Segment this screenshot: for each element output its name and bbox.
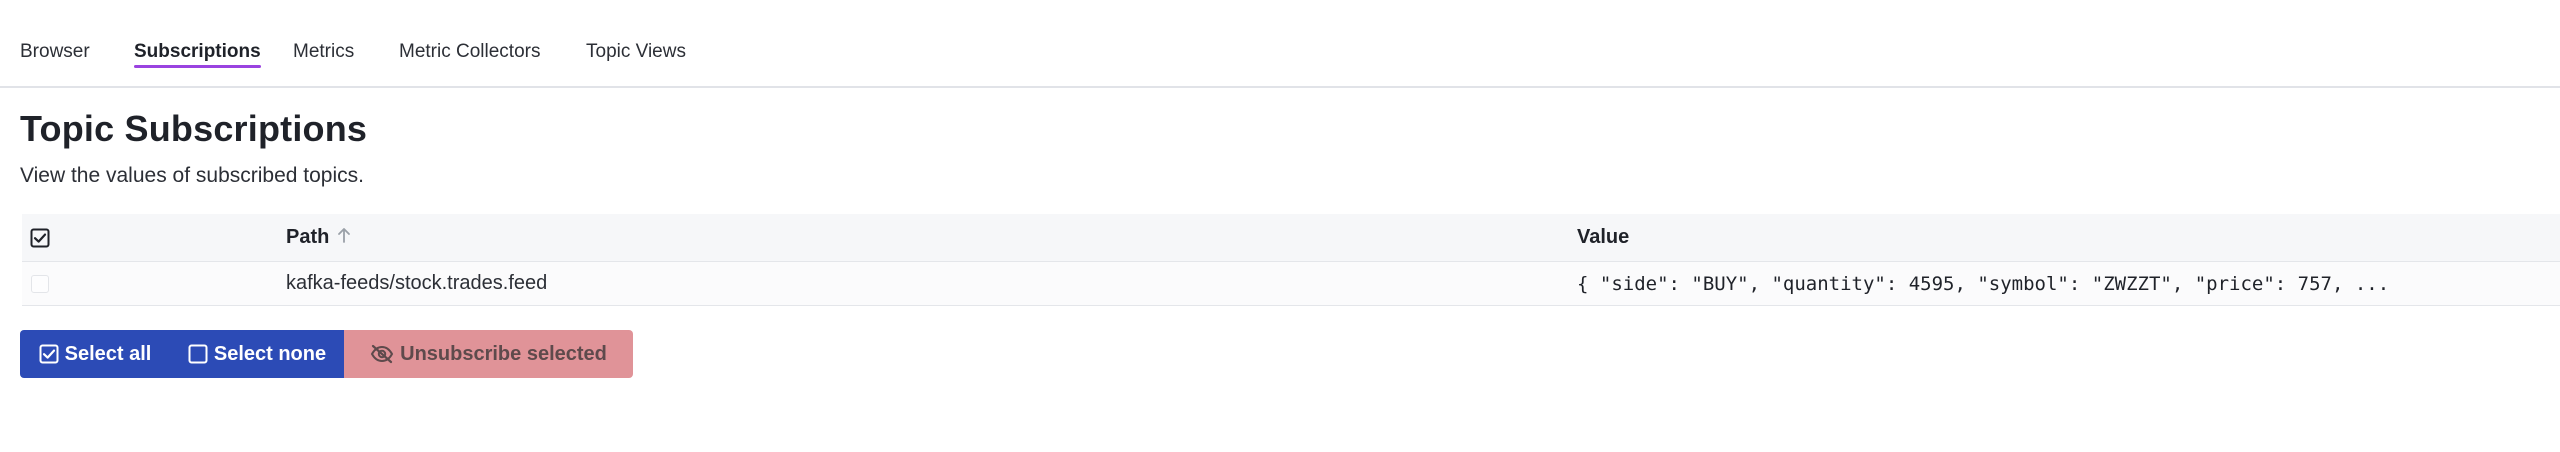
empty-square-icon [188,344,208,364]
row-value-cell: { "side": "BUY", "quantity": 4595, "symb… [1577,262,2389,305]
page-subtitle: View the values of subscribed topics. [20,164,364,187]
subscriptions-table: Path Value kafka-feeds/stock.trades.feed… [22,214,2560,306]
select-all-label: Select all [64,342,152,365]
table-header: Path Value [22,214,2560,262]
tab-metrics[interactable]: Metrics [293,38,354,66]
eye-slash-icon [370,344,394,364]
select-none-label: Select none [213,342,327,365]
tab-topic-views[interactable]: Topic Views [586,38,686,66]
header-value: Value [1577,214,1629,261]
tab-browser[interactable]: Browser [20,38,90,66]
header-value-label: Value [1577,226,1630,248]
unsubscribe-selected-label: Unsubscribe selected [400,342,607,365]
tab-bar: Browser Subscriptions Metrics Metric Col… [0,0,2560,88]
row-value: { "side": "BUY", "quantity": 4595, "symb… [1577,272,2390,295]
tab-subscriptions[interactable]: Subscriptions [134,38,261,68]
row-select-cell [30,262,50,305]
header-select-cell [30,214,50,261]
arrow-up-icon [337,226,351,249]
table-row[interactable]: kafka-feeds/stock.trades.feed { "side": … [22,262,2560,306]
select-none-button[interactable]: Select none [170,330,344,378]
header-path-label: Path [286,226,330,248]
row-checkbox[interactable] [30,274,50,294]
page-title: Topic Subscriptions [20,108,368,149]
unsubscribe-selected-button[interactable]: Unsubscribe selected [344,330,633,378]
header-path[interactable]: Path [286,214,351,261]
select-all-button[interactable]: Select all [20,330,170,378]
row-path-cell: kafka-feeds/stock.trades.feed [286,262,547,305]
tab-metric-collectors[interactable]: Metric Collectors [399,38,540,66]
row-path: kafka-feeds/stock.trades.feed [286,272,548,294]
check-square-icon [39,344,59,364]
select-all-checkbox-icon[interactable] [30,228,50,248]
